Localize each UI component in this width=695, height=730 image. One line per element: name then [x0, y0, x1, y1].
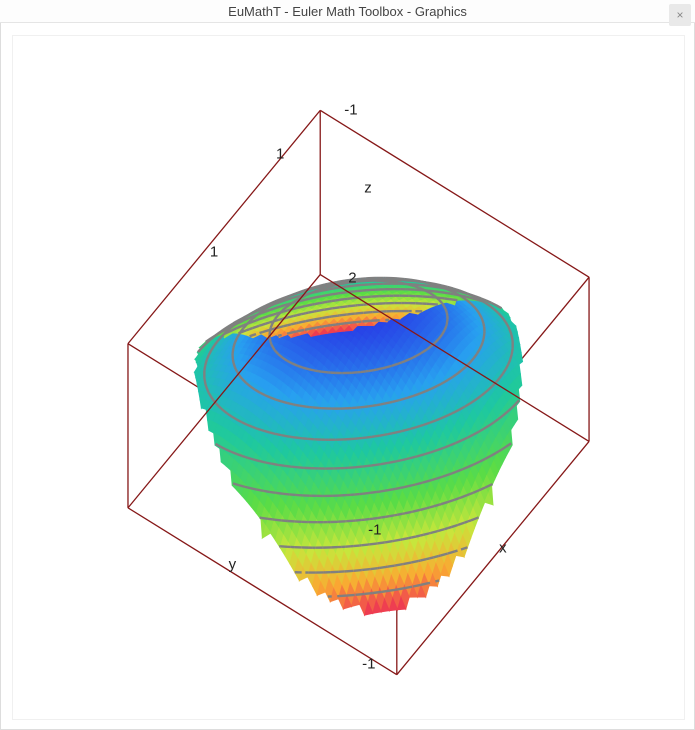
- y-tick-neg: -1: [362, 656, 375, 673]
- canvas-container: 1 -1 y 2 -1 z -1 1 x: [0, 23, 695, 730]
- app-window: EuMathT - Euler Math Toolbox - Graphics …: [0, 0, 695, 730]
- plot-canvas[interactable]: 1 -1 y 2 -1 z -1 1 x: [12, 35, 685, 720]
- z-tick-neg: -1: [344, 101, 357, 118]
- titlebar[interactable]: EuMathT - Euler Math Toolbox - Graphics …: [0, 0, 695, 23]
- plot-svg: 1 -1 y 2 -1 z -1 1 x: [13, 36, 684, 719]
- y-tick-pos: 1: [210, 244, 218, 261]
- z-axis-label: z: [364, 179, 372, 196]
- x-tick-neg: -1: [368, 522, 381, 539]
- z-tick-pos: 2: [348, 270, 356, 287]
- y-axis-label: y: [229, 556, 237, 573]
- close-button[interactable]: ×: [669, 4, 691, 26]
- window-title: EuMathT - Euler Math Toolbox - Graphics: [228, 4, 467, 19]
- x-axis-label: x: [499, 540, 507, 557]
- x-tick-pos: 1: [276, 145, 284, 162]
